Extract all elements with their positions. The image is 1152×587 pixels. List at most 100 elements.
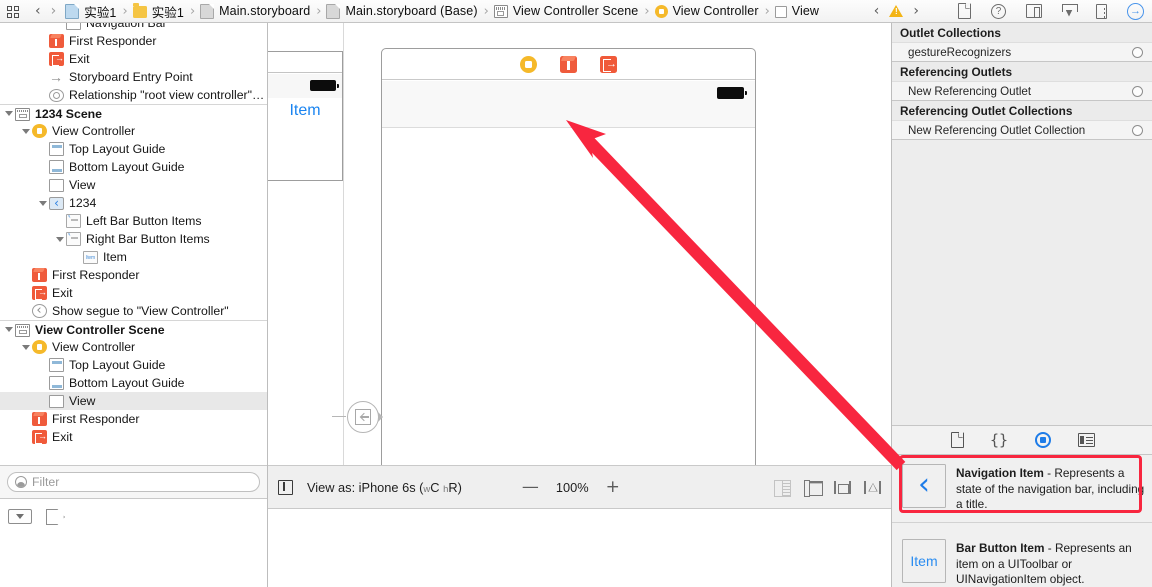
battery-icon <box>310 80 339 91</box>
outline-disclosure-triangle-icon[interactable] <box>19 129 32 134</box>
inspector-empty-area <box>892 153 1152 425</box>
breadcrumb-label: 实验1 <box>84 5 117 20</box>
update-frames-icon[interactable] <box>774 479 791 497</box>
outline-row-label: Exit <box>52 430 73 444</box>
segue-icon <box>32 304 47 318</box>
first-responder-icon <box>49 34 64 48</box>
outline-disclosure-triangle-icon[interactable] <box>19 345 32 350</box>
outline-disclosure-triangle-icon[interactable] <box>36 201 49 206</box>
zoom-in-button[interactable]: + <box>606 478 620 496</box>
outline-row[interactable]: Navigation Bar <box>0 23 267 32</box>
outline-row-label: First Responder <box>52 268 140 282</box>
breadcrumb-bar: ‹ › 实验1 › 实验1 › Main.storyboard › Main.s… <box>0 0 1152 23</box>
identity-inspector-icon[interactable] <box>1026 4 1042 18</box>
view-as-label[interactable]: View as: iPhone 6s (wC hR) <box>307 480 462 495</box>
warning-icon[interactable] <box>889 5 904 17</box>
align-icon[interactable] <box>834 480 851 495</box>
outline-row[interactable]: Exit <box>0 284 267 302</box>
bar-button-item-label[interactable]: Item <box>268 102 342 120</box>
zoom-level-label[interactable]: 100% <box>556 480 589 495</box>
breadcrumb-item-storyboard-base[interactable]: Main.storyboard (Base) <box>326 3 478 19</box>
resolve-issues-icon[interactable] <box>864 480 881 495</box>
outline-row[interactable]: First Responder <box>0 32 267 50</box>
canvas-drawing-area[interactable]: Item <box>268 23 891 498</box>
outline-row[interactable]: View Controller <box>0 122 267 140</box>
document-outline-tree[interactable]: Navigation Bar First Responder Exit Storybo… <box>0 23 267 465</box>
outline-row[interactable]: 1234 Scene <box>0 104 267 122</box>
outline-row[interactable]: First Responder <box>0 266 267 284</box>
filter-input[interactable]: Filter <box>7 472 260 492</box>
filter-tag-icon[interactable] <box>46 509 72 524</box>
outline-row[interactable]: Left Bar Button Items <box>0 212 267 230</box>
outline-row[interactable]: First Responder <box>0 410 267 428</box>
outline-row[interactable]: View <box>0 176 267 194</box>
outline-row[interactable]: Show segue to "View Controller" <box>0 302 267 320</box>
outline-row-label: Storyboard Entry Point <box>69 70 193 84</box>
breadcrumb-item-project[interactable]: 实验1 <box>65 2 116 21</box>
first-responder-icon[interactable] <box>560 55 577 73</box>
view-controller-icon[interactable] <box>520 55 537 73</box>
connection-well[interactable] <box>1132 124 1143 136</box>
outline-row-label: Navigation Bar <box>86 23 167 30</box>
outline-row[interactable]: Exit <box>0 50 267 68</box>
outline-row[interactable]: Top Layout Guide <box>0 356 267 374</box>
connections-inspector-icon[interactable] <box>1127 2 1144 20</box>
outline-row[interactable]: 1234 <box>0 194 267 212</box>
object-library-list[interactable]: ‹ Navigation Item - Represents a state o… <box>892 455 1152 587</box>
zoom-controls: — 100% + <box>522 478 620 496</box>
library-item-navigation-item[interactable]: ‹ Navigation Item - Represents a state o… <box>892 455 1152 523</box>
media-library-icon[interactable] <box>1077 433 1095 447</box>
breadcrumb-item-scene[interactable]: View Controller Scene <box>493 4 639 18</box>
connection-well[interactable] <box>1132 46 1143 58</box>
outline-row[interactable]: Bottom Layout Guide <box>0 374 267 392</box>
breadcrumb-item-folder[interactable]: 实验1 <box>132 2 184 21</box>
previous-issue-button[interactable]: ‹ <box>869 4 885 18</box>
outline-row[interactable]: View <box>0 392 267 410</box>
toggle-preview-icon[interactable] <box>278 479 293 495</box>
breadcrumb-item-view-controller[interactable]: View Controller <box>654 4 759 18</box>
outline-disclosure-triangle-icon[interactable] <box>2 327 15 332</box>
nav-forward-button[interactable]: › <box>46 4 62 18</box>
breadcrumb-item-view[interactable]: View <box>774 4 819 18</box>
nav-back-button[interactable]: ‹ <box>30 4 46 18</box>
zoom-out-button[interactable]: — <box>522 478 539 496</box>
inspector-row[interactable]: gestureRecognizers <box>892 42 1152 61</box>
outline-row-label: Top Layout Guide <box>69 142 166 156</box>
entry-point-icon <box>49 68 64 86</box>
outline-row[interactable]: Storyboard Entry Point <box>0 68 267 86</box>
outline-row[interactable]: View Controller Scene <box>0 320 267 338</box>
connection-well[interactable] <box>1132 85 1143 97</box>
library-item-bar-button-item[interactable]: Item Bar Button Item - Represents an ite… <box>892 530 1152 587</box>
code-snippet-library-icon[interactable]: {} <box>990 431 1008 449</box>
scene-placement-marker[interactable] <box>332 398 383 436</box>
storyboard-canvas[interactable]: Item View as: iPhone 6s <box>268 23 891 587</box>
breadcrumb-item-storyboard[interactable]: Main.storyboard <box>200 3 310 19</box>
breadcrumb-left: ‹ › <box>0 0 61 22</box>
inspector-row[interactable]: New Referencing Outlet Collection <box>892 120 1152 139</box>
file-inspector-icon[interactable] <box>958 2 972 19</box>
hide-document-outline-icon[interactable] <box>8 509 32 524</box>
outline-row[interactable]: Top Layout Guide <box>0 140 267 158</box>
outline-row[interactable]: Item <box>0 248 267 266</box>
outline-disclosure-triangle-icon[interactable] <box>2 111 15 116</box>
outline-disclosure-triangle-icon[interactable] <box>53 237 66 242</box>
related-items-icon[interactable] <box>7 5 21 18</box>
bottom-layout-guide-icon <box>49 376 64 390</box>
file-template-library-icon[interactable] <box>950 431 964 448</box>
embed-in-icon[interactable] <box>804 479 823 497</box>
attributes-inspector-icon[interactable] <box>1062 3 1078 19</box>
view-controller-scene-canvas[interactable] <box>381 48 756 498</box>
bottom-layout-guide-icon <box>49 160 64 174</box>
outline-row[interactable]: Relationship "root view controller"… <box>0 86 267 104</box>
next-issue-button[interactable]: › <box>908 4 924 18</box>
outline-row[interactable]: Bottom Layout Guide <box>0 158 267 176</box>
outline-row[interactable]: Right Bar Button Items <box>0 230 267 248</box>
object-library-icon[interactable] <box>1034 432 1051 448</box>
inspector-row[interactable]: New Referencing Outlet <box>892 81 1152 100</box>
exit-icon[interactable] <box>600 55 617 73</box>
size-inspector-icon[interactable] <box>1096 3 1107 19</box>
outline-row[interactable]: Exit <box>0 428 267 446</box>
adjacent-scene-preview[interactable]: Item <box>268 51 343 181</box>
outline-row[interactable]: View Controller <box>0 338 267 356</box>
quick-help-icon[interactable]: ? <box>991 3 1006 19</box>
